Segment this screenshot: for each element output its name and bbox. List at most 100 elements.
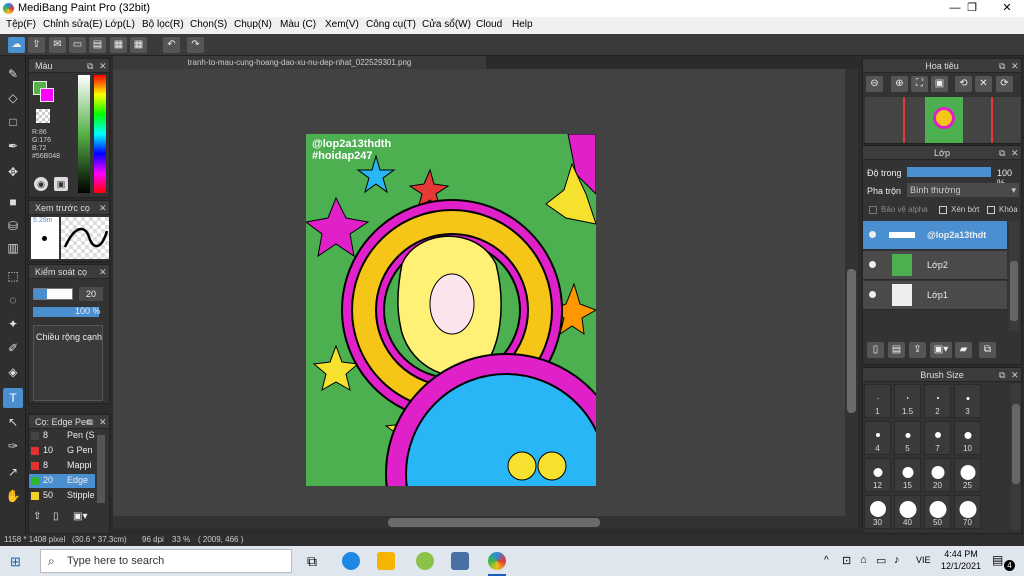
close-icon[interactable]: ✕ xyxy=(99,201,107,215)
edge-width-box[interactable]: Chiều rộng cạnh xyxy=(33,325,103,401)
lock-checkbox[interactable] xyxy=(987,206,995,214)
rect-tool-icon[interactable]: □ xyxy=(3,112,23,132)
eraser-tool-icon[interactable]: ◇ xyxy=(3,88,23,108)
menu-layer[interactable]: Lớp(L) xyxy=(105,19,135,30)
brush-size-option[interactable]: 12 xyxy=(864,458,891,492)
menu-view[interactable]: Xem(V) xyxy=(325,19,359,30)
size-value[interactable]: 20 xyxy=(79,287,103,301)
menu-filter[interactable]: Bộ lọc(R) xyxy=(142,19,184,30)
undo-icon[interactable]: ↶ xyxy=(163,37,180,53)
maximize-button[interactable]: ❐ xyxy=(955,0,989,17)
brush-size-option[interactable]: 15 xyxy=(894,458,921,492)
brush-size-scrollbar[interactable] xyxy=(1011,384,1021,530)
bucket-tool-icon[interactable]: ⛁ xyxy=(3,216,23,236)
grid-icon[interactable]: ▦ xyxy=(110,37,127,53)
taskbar-search[interactable]: ⌕ Type here to search xyxy=(40,549,292,573)
add-brush-icon[interactable]: ⇧ xyxy=(33,511,47,525)
menu-cloud[interactable]: Cloud xyxy=(476,19,502,30)
move-tool-icon[interactable]: ✥ xyxy=(3,162,23,182)
brush-size-option[interactable]: 25 xyxy=(954,458,981,492)
brush-size-option[interactable]: 1.5 xyxy=(894,384,921,418)
palette-icon[interactable]: ◉ xyxy=(34,177,48,191)
new-halftone-layer-icon[interactable]: ▤ xyxy=(888,342,905,358)
rotate-right-icon[interactable]: ⟳ xyxy=(996,76,1013,92)
task-view-icon[interactable]: ⧉ xyxy=(303,552,321,570)
zoom-out-icon[interactable]: ⊖ xyxy=(866,76,883,92)
windows-start-icon[interactable]: ⊞ xyxy=(10,554,21,570)
select-pen-icon[interactable]: ✐ xyxy=(3,338,23,358)
zoom-in-icon[interactable]: ⊕ xyxy=(891,76,908,92)
close-icon[interactable]: ✕ xyxy=(1011,146,1019,160)
screen-icon[interactable]: ▭ xyxy=(69,37,86,53)
brush-size-option[interactable]: 1 xyxy=(864,384,891,418)
horizontal-scrollbar[interactable] xyxy=(113,516,858,529)
color-mode-icon[interactable]: ▣ xyxy=(54,177,68,191)
hscroll-thumb[interactable] xyxy=(388,518,600,527)
brush-size-option[interactable]: 3 xyxy=(954,384,981,418)
share-icon[interactable]: ⇪ xyxy=(28,37,45,53)
text-tool-icon[interactable]: T xyxy=(3,388,23,408)
layer-item[interactable]: Lớp2 xyxy=(863,251,1007,280)
blend-mode-select[interactable]: Bình thường ▾ xyxy=(907,183,1019,197)
flip-icon[interactable]: ✕ xyxy=(975,76,992,92)
close-icon[interactable]: ✕ xyxy=(1011,368,1019,382)
menu-help[interactable]: Help xyxy=(512,19,533,30)
network-icon[interactable]: ⌂ xyxy=(860,554,867,566)
brush-list-item[interactable]: 10 G Pen xyxy=(29,444,95,458)
rotate-left-icon[interactable]: ⟲ xyxy=(955,76,972,92)
background-color[interactable] xyxy=(40,88,54,102)
navigator-preview[interactable] xyxy=(865,97,1021,143)
language-indicator[interactable]: VIE xyxy=(916,555,931,565)
menu-edit[interactable]: Chỉnh sửa(E) xyxy=(43,19,103,30)
brush-list-item[interactable]: 50 Stipple xyxy=(29,489,95,503)
visibility-icon[interactable] xyxy=(869,261,876,268)
select-eraser-icon[interactable]: ◈ xyxy=(3,362,23,382)
layer-item[interactable]: Lớp1 xyxy=(863,281,1007,310)
protect-alpha-checkbox[interactable] xyxy=(869,206,877,214)
menu-capture[interactable]: Chụp(N) xyxy=(234,19,272,30)
cloud-icon[interactable]: ☁ xyxy=(8,37,25,53)
battery-icon[interactable]: ▭ xyxy=(876,554,886,567)
layer-opacity-slider[interactable] xyxy=(907,167,991,177)
select-rect-icon[interactable]: ⬚ xyxy=(3,266,23,286)
brush-list-item[interactable]: 8 Pen (S xyxy=(29,429,95,443)
brush-size-option[interactable]: 40 xyxy=(894,495,921,529)
chevron-up-icon[interactable]: ^ xyxy=(824,555,829,566)
brush-list-scrollbar[interactable] xyxy=(97,435,105,503)
menu-window[interactable]: Cửa sổ(W) xyxy=(422,19,471,30)
divide-tool-icon[interactable]: ↗ xyxy=(3,462,23,482)
volume-icon[interactable]: ♪ xyxy=(894,554,900,566)
close-icon[interactable]: ✕ xyxy=(99,415,107,429)
menu-select[interactable]: Chọn(S) xyxy=(190,19,227,30)
clock[interactable]: 4:44 PM 12/1/2021 xyxy=(940,548,982,572)
close-icon[interactable]: ✕ xyxy=(99,59,107,73)
comment-icon[interactable]: ✉ xyxy=(49,37,66,53)
notifications-icon[interactable]: ▤ xyxy=(992,553,1003,567)
app-icon-green[interactable] xyxy=(416,552,434,570)
size-slider[interactable] xyxy=(33,288,73,300)
clip-checkbox[interactable] xyxy=(939,206,947,214)
vertical-scrollbar[interactable] xyxy=(845,69,858,516)
tiles-icon[interactable]: ▦ xyxy=(130,37,147,53)
hue-slider[interactable] xyxy=(94,75,106,193)
close-button[interactable]: ✕ xyxy=(990,0,1024,17)
popout-icon[interactable]: ⧉ xyxy=(999,368,1005,382)
new-brush-icon[interactable]: ▯ xyxy=(53,511,67,525)
folder-icon[interactable]: ▰ xyxy=(955,342,972,358)
menu-color[interactable]: Màu (C) xyxy=(280,19,316,30)
brush-list-item[interactable]: 8 Mappi xyxy=(29,459,95,473)
gradient-tool-icon[interactable]: ▥ xyxy=(3,238,23,258)
brush-size-option[interactable]: 70 xyxy=(954,495,981,529)
brush-size-option[interactable]: 4 xyxy=(864,421,891,455)
brush-size-option[interactable]: 5 xyxy=(894,421,921,455)
popout-icon[interactable]: ⧉ xyxy=(999,146,1005,160)
redo-icon[interactable]: ↷ xyxy=(187,37,204,53)
artwork-canvas[interactable]: @lop2a13thdth #hoidap247 xyxy=(306,134,596,486)
popout-icon[interactable]: ⧉ xyxy=(87,59,93,73)
lasso-icon[interactable]: ◌ xyxy=(3,290,23,310)
brush-size-option[interactable]: 7 xyxy=(924,421,951,455)
hand-tool-icon[interactable]: ✋ xyxy=(3,486,23,506)
value-slider[interactable] xyxy=(78,75,90,193)
menu-tools[interactable]: Công cụ(T) xyxy=(366,19,416,30)
document-icon[interactable]: ▤ xyxy=(89,37,106,53)
